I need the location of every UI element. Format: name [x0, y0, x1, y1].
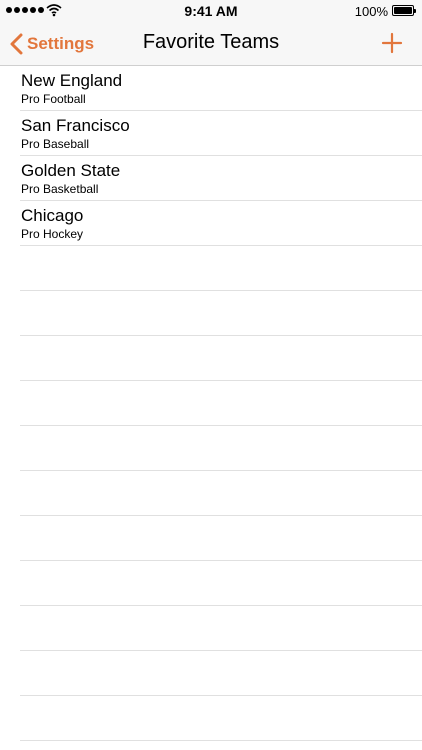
- battery-fill: [394, 7, 412, 14]
- team-row[interactable]: Chicago Pro Hockey: [20, 201, 422, 246]
- empty-row: [20, 381, 422, 426]
- team-league: Pro Hockey: [21, 227, 84, 241]
- team-league: Pro Basketball: [21, 182, 99, 196]
- team-name: Golden State: [21, 161, 121, 180]
- empty-row: [20, 516, 422, 561]
- battery-icon: [392, 5, 416, 16]
- back-button[interactable]: Settings: [10, 29, 94, 59]
- team-league: Pro Baseball: [21, 137, 90, 151]
- empty-row: [20, 246, 422, 291]
- empty-row: [20, 651, 422, 696]
- team-row[interactable]: New England Pro Football: [20, 66, 422, 111]
- add-team-button[interactable]: [380, 31, 404, 55]
- team-league: Pro Football: [21, 92, 86, 106]
- team-list: New England Pro Football San Francisco Pro …: [0, 66, 422, 741]
- chevron-left-icon: [10, 33, 23, 55]
- empty-row: [20, 291, 422, 336]
- back-button-label: Settings: [27, 34, 95, 53]
- empty-row: [20, 606, 422, 651]
- battery-percent: 100%: [354, 4, 388, 19]
- team-row[interactable]: Golden State Pro Basketball: [20, 156, 422, 201]
- empty-row: [20, 696, 422, 741]
- navigation-bar: Settings Favorite Teams: [0, 22, 422, 66]
- team-name: San Francisco: [21, 116, 130, 135]
- team-row[interactable]: San Francisco Pro Baseball: [20, 111, 422, 156]
- empty-row: [20, 471, 422, 516]
- empty-row: [20, 426, 422, 471]
- empty-row: [20, 561, 422, 606]
- team-name: Chicago: [21, 206, 84, 225]
- team-name: New England: [21, 71, 123, 90]
- status-bar: 9:41 AM 100%: [0, 0, 422, 22]
- empty-row: [20, 336, 422, 381]
- plus-icon: [381, 32, 403, 54]
